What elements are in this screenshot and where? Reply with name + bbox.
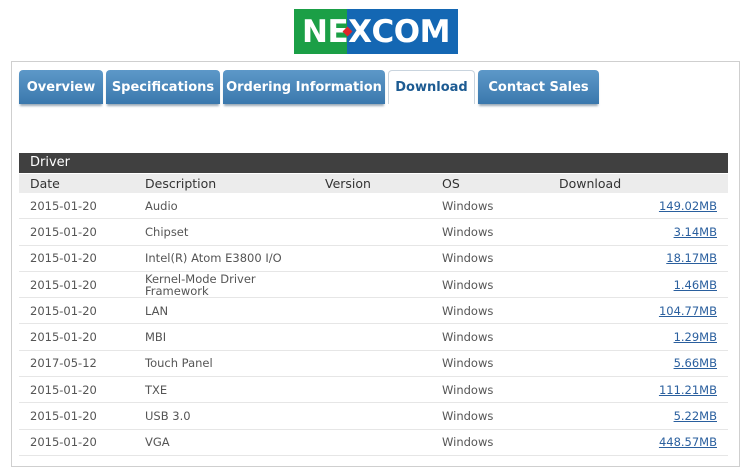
download-link[interactable]: 3.14MB [674, 225, 717, 239]
download-link[interactable]: 5.22MB [674, 409, 717, 423]
row-os: Windows [442, 356, 494, 371]
row-description: LAN [145, 303, 169, 318]
tab-bar: Overview Specifications Ordering Informa… [19, 70, 602, 114]
table-header-row: Date Description Version OS Download [19, 174, 728, 193]
row-date: 2017-05-12 [30, 356, 97, 371]
driver-section-header: Driver [19, 153, 728, 173]
logo-text-com: COM [371, 13, 451, 50]
table-row: 2015-01-20 Audio Windows 149.02MB [19, 193, 728, 220]
table-row: 2017-05-12 Touch Panel Windows 5.66MB [19, 351, 728, 378]
table-row: 2015-01-20 LAN Windows 104.77MB [19, 298, 728, 325]
row-date: 2015-01-20 [30, 409, 97, 424]
table-row: 2015-01-20 USB 3.0 Windows 5.22MB [19, 403, 728, 430]
row-description: Chipset [145, 224, 189, 239]
row-os: Windows [442, 382, 494, 397]
nexcom-logo[interactable]: NE X COM [294, 9, 458, 54]
product-panel: Overview Specifications Ordering Informa… [11, 61, 740, 467]
download-link[interactable]: 5.66MB [674, 356, 717, 370]
table-row: 2015-01-20 Chipset Windows 3.14MB [19, 219, 728, 246]
row-date: 2015-01-20 [30, 382, 97, 397]
header-download: Download [559, 176, 622, 191]
row-date: 2015-01-20 [30, 198, 97, 213]
row-description: VGA [145, 435, 170, 450]
download-link[interactable]: 149.02MB [659, 199, 717, 213]
row-description: Kernel-Mode Driver Framework [145, 271, 256, 298]
row-os: Windows [442, 251, 494, 266]
logo-text-ne: NE [302, 13, 349, 50]
row-description: USB 3.0 [145, 409, 191, 424]
row-date: 2015-01-20 [30, 435, 97, 450]
table-row: 2015-01-20 VGA Windows 448.57MB [19, 430, 728, 456]
row-date: 2015-01-20 [30, 224, 97, 239]
row-date: 2015-01-20 [30, 251, 97, 266]
row-date: 2015-01-20 [30, 277, 97, 292]
row-date: 2015-01-20 [30, 330, 97, 345]
download-link[interactable]: 18.17MB [666, 251, 717, 265]
download-link[interactable]: 448.57MB [659, 435, 717, 449]
tab-overview[interactable]: Overview [19, 70, 103, 104]
tab-contact-sales[interactable]: Contact Sales [478, 70, 599, 104]
row-description: Touch Panel [145, 356, 213, 371]
table-row: 2015-01-20 MBI Windows 1.29MB [19, 324, 728, 351]
row-os: Windows [442, 330, 494, 345]
row-os: Windows [442, 409, 494, 424]
row-os: Windows [442, 303, 494, 318]
tab-specifications[interactable]: Specifications [106, 70, 220, 104]
tab-download[interactable]: Download [388, 70, 475, 104]
download-link[interactable]: 1.29MB [674, 330, 717, 344]
tab-ordering-information[interactable]: Ordering Information [223, 70, 385, 104]
row-description: TXE [145, 382, 168, 397]
header-description: Description [145, 175, 217, 191]
driver-table: Date Description Version OS Download 201… [19, 174, 728, 456]
row-description: MBI [145, 330, 167, 345]
row-os: Windows [442, 277, 494, 292]
row-os: Windows [442, 224, 494, 239]
header-date: Date [30, 176, 60, 191]
header-version: Version [325, 176, 371, 191]
logo-wordmark: NE X COM [294, 9, 458, 54]
row-os: Windows [442, 435, 494, 450]
row-description: Intel(R) Atom E3800 I/O [145, 251, 282, 266]
table-row: 2015-01-20 TXE Windows 111.21MB [19, 377, 728, 404]
download-link[interactable]: 1.46MB [674, 278, 717, 292]
download-link[interactable]: 111.21MB [659, 383, 717, 397]
table-row: 2015-01-20 Intel(R) Atom E3800 I/O Windo… [19, 246, 728, 272]
row-os: Windows [442, 198, 494, 213]
row-date: 2015-01-20 [30, 303, 97, 318]
download-link[interactable]: 104.77MB [659, 304, 717, 318]
row-description: Audio [145, 198, 178, 213]
table-row: 2015-01-20 Kernel-Mode Driver Framework … [19, 271, 728, 299]
header-os: OS [442, 176, 460, 191]
